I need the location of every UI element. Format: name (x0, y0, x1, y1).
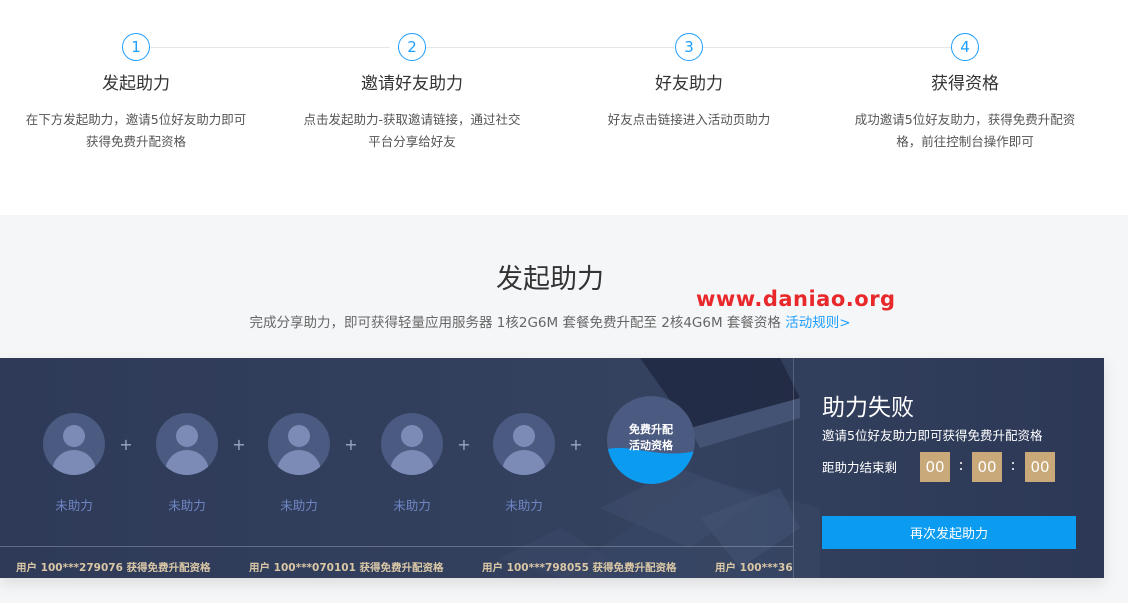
winner-ticker: 用户 100***279076 获得免费升配资格 用户 100***070101 … (16, 556, 793, 572)
step-2: 2 邀请好友助力 点击发起助力-获取邀请链接，通过社交平台分享给好友 (282, 33, 542, 153)
step-desc: 在下方发起助力，邀请5位好友助力即可获得免费升配资格 (25, 112, 247, 149)
user-avatar-icon (156, 413, 218, 475)
launch-subtitle: 完成分享助力，即可获得轻量应用服务器 1核2G6M 套餐免费升配至 2核4G6M… (0, 311, 1100, 331)
countdown-seconds: 00 (1025, 452, 1055, 482)
plus-icon: + (569, 435, 583, 454)
countdown-hours: 00 (920, 452, 950, 482)
helper-status: 未助力 (168, 498, 206, 513)
step-3: 3 好友助力 好友点击链接进入活动页助力 (559, 33, 819, 131)
result-desc: 邀请5位好友助力即可获得免费升配资格 (822, 428, 1043, 443)
helper-status: 未助力 (393, 498, 431, 513)
countdown-label: 距助力结束剩 (822, 460, 898, 475)
user-avatar-icon (268, 413, 330, 475)
rules-link[interactable]: 活动规则> (785, 315, 850, 331)
step-number: 1 (122, 33, 150, 61)
result-title: 助力失败 (822, 395, 914, 421)
user-avatar-icon (493, 413, 555, 475)
plus-icon: + (232, 435, 246, 454)
watermark: www.daniao.org (696, 287, 896, 311)
badge-line-1: 免费升配 (629, 423, 673, 436)
step-title: 获得资格 (931, 74, 999, 94)
helper-status: 未助力 (505, 498, 543, 513)
badge-text: 免费升配 活动资格 (607, 422, 695, 454)
countdown-minutes: 00 (972, 452, 1002, 482)
steps-section: 1 发起助力 在下方发起助力，邀请5位好友助力即可获得免费升配资格 2 邀请好友… (0, 0, 1128, 215)
countdown-separator: : (958, 456, 964, 474)
helper-slot-3: 未助力 (268, 413, 330, 514)
ticker-divider (0, 546, 793, 547)
helper-slot-2: 未助力 (156, 413, 218, 514)
plus-icon: + (119, 435, 133, 454)
plus-icon: + (344, 435, 358, 454)
plus-icon: + (457, 435, 471, 454)
launch-subtitle-text: 完成分享助力，即可获得轻量应用服务器 1核2G6M 套餐免费升配至 2核4G6M… (249, 315, 781, 331)
ticker-item: 用户 100***070101 获得免费升配资格 (249, 562, 444, 572)
helper-status: 未助力 (55, 498, 93, 513)
upgrade-qualification-badge: 免费升配 活动资格 (607, 396, 695, 484)
ticker-item: 用户 100***279076 获得免费升配资格 (16, 562, 211, 572)
step-title: 发起助力 (102, 74, 170, 94)
step-title: 好友助力 (655, 74, 723, 94)
helper-slot-4: 未助力 (381, 413, 443, 514)
countdown-separator: : (1010, 456, 1016, 474)
panel-divider (793, 358, 794, 578)
user-avatar-icon (381, 413, 443, 475)
helper-status: 未助力 (280, 498, 318, 513)
step-number: 2 (398, 33, 426, 61)
helper-slot-1: 未助力 (43, 413, 105, 514)
step-desc: 好友点击链接进入活动页助力 (607, 112, 771, 127)
user-avatar-icon (43, 413, 105, 475)
launch-title: 发起助力 (496, 264, 604, 295)
step-desc: 点击发起助力-获取邀请链接，通过社交平台分享给好友 (303, 112, 521, 149)
step-desc: 成功邀请5位好友助力，获得免费升配资格，前往控制台操作即可 (854, 112, 1076, 149)
ticker-item: 用户 100***798055 获得免费升配资格 (482, 562, 677, 572)
launch-section: 发起助力 www.daniao.org 完成分享助力，即可获得轻量应用服务器 1… (0, 215, 1128, 603)
step-1: 1 发起助力 在下方发起助力，邀请5位好友助力即可获得免费升配资格 (6, 33, 266, 153)
relaunch-assist-button[interactable]: 再次发起助力 (822, 516, 1076, 549)
ticker-item: 用户 100***360 (715, 562, 793, 572)
step-number: 3 (675, 33, 703, 61)
helper-slot-5: 未助力 (493, 413, 555, 514)
badge-line-2: 活动资格 (629, 439, 673, 452)
step-title: 邀请好友助力 (361, 74, 463, 94)
step-number: 4 (951, 33, 979, 61)
assist-panel: 未助力 + 未助力 + 未助力 + 未助力 + 未助力 + 免费升配 活动资格 (0, 358, 1104, 578)
step-4: 4 获得资格 成功邀请5位好友助力，获得免费升配资格，前往控制台操作即可 (835, 33, 1095, 153)
